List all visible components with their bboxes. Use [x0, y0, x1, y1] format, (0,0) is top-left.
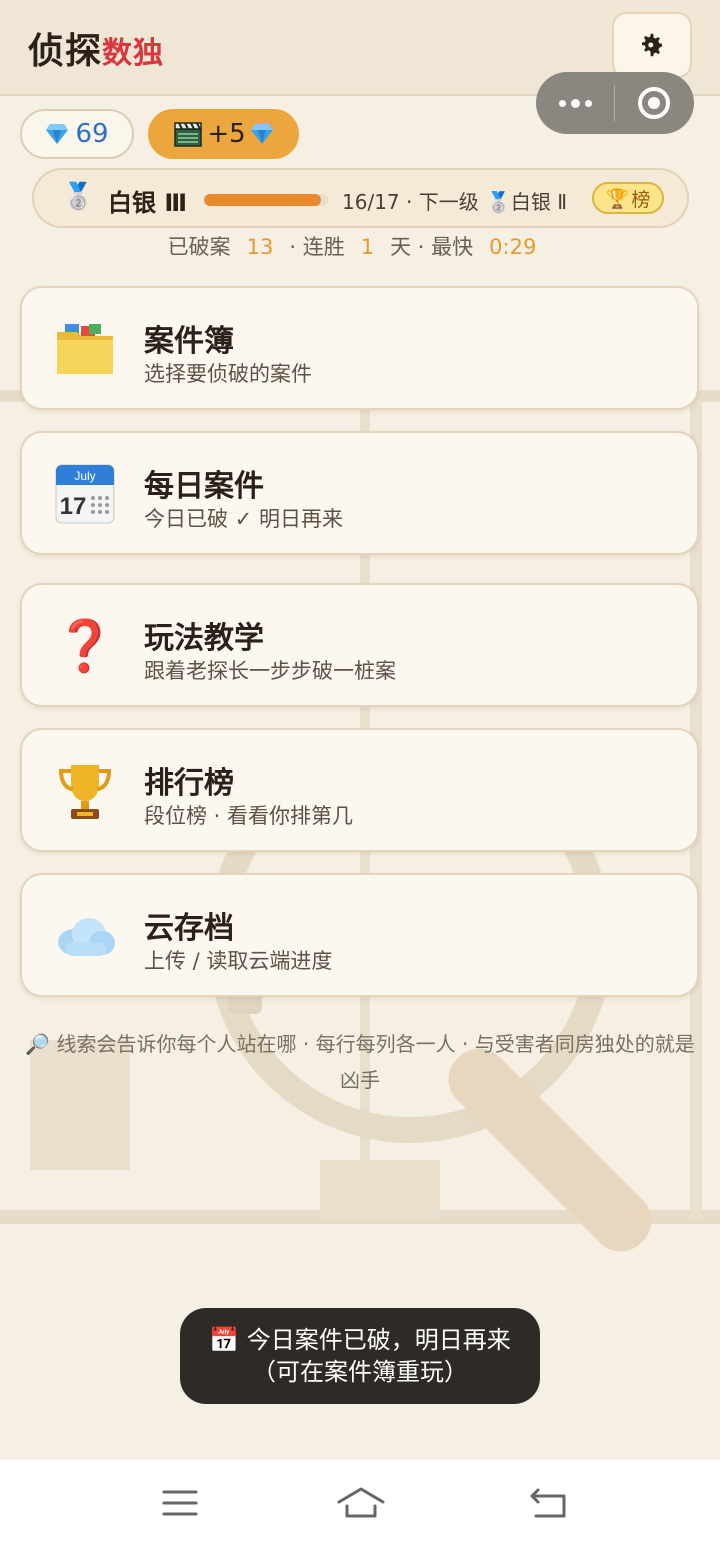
question-icon: ❓: [53, 616, 117, 675]
calendar-icon: July 17: [54, 463, 116, 525]
menu-title: 玩法教学: [144, 621, 264, 656]
menu-icon[interactable]: [162, 1488, 198, 1518]
menu-title: 云存档: [144, 911, 234, 946]
menu-subtitle: 今日已破 ✓ 明日再来: [144, 507, 343, 531]
rank-name: 白银 Ⅲ: [108, 189, 188, 217]
app-title: 侦探数独: [28, 22, 164, 74]
toast-message: 📅 今日案件已破，明日再来（可在案件簿重玩）: [180, 1308, 540, 1404]
rank-progress-bar: [204, 194, 328, 206]
next-rank-name: 白银 Ⅱ: [510, 190, 568, 214]
watch-ad-reward-button[interactable]: +5: [148, 109, 299, 159]
menu-title: 案件簿: [144, 324, 234, 359]
more-menu-button[interactable]: [536, 98, 614, 108]
leaderboard-shortcut-button[interactable]: 🏆 榜: [592, 182, 664, 214]
streak-label: · 连胜: [289, 235, 345, 259]
miniprogram-capsule: [536, 72, 694, 134]
rank-progress-text: 16/17 · 下一级: [342, 190, 479, 214]
diamond-icon: [250, 124, 273, 144]
leaderboard-shortcut-label: 榜: [631, 188, 651, 211]
menu-subtitle: 选择要侦破的案件: [144, 362, 312, 386]
rank-bar: 🥈 白银 Ⅲ 16/17 · 下一级 🥈白银 Ⅱ 🏆 榜: [32, 168, 689, 228]
app-title-accent: 数独: [102, 36, 165, 71]
app-title-main: 侦探: [28, 31, 103, 72]
menu-subtitle: 段位榜 · 看看你排第几: [144, 804, 354, 828]
home-icon[interactable]: [336, 1484, 386, 1520]
menu-title: 每日案件: [144, 469, 264, 504]
menu-daily-case[interactable]: July 17 每日案件 今日已破 ✓ 明日再来: [20, 431, 699, 555]
gameplay-hint: 🔎 线索会告诉你每个人站在哪 · 每行每列各一人 · 与受害者同房独处的就是凶手: [25, 1032, 695, 1092]
menu-tutorial[interactable]: ❓ 玩法教学 跟着老探长一步步破一桩案: [20, 583, 699, 707]
menu-subtitle: 跟着老探长一步步破一桩案: [144, 659, 396, 683]
gem-count: 69: [75, 119, 109, 149]
cloud-icon: [54, 905, 116, 967]
menu-subtitle: 上传 / 读取云端进度: [144, 949, 333, 973]
menu-cloud-save[interactable]: 云存档 上传 / 读取云端进度: [20, 873, 699, 997]
fastest-time: 0:29: [489, 235, 537, 259]
menu-case-book[interactable]: 案件簿 选择要侦破的案件: [20, 286, 699, 410]
gem-balance[interactable]: 69: [20, 109, 134, 159]
silver-medal-icon: 🥈: [62, 182, 95, 212]
ad-reward-amount: +5: [207, 119, 246, 149]
player-stats: 已破案 13 · 连胜 1 天 · 最快 0:29: [0, 231, 720, 261]
folder-icon: [54, 318, 116, 380]
back-icon[interactable]: [528, 1486, 568, 1520]
trophy-icon: 🏆: [605, 187, 630, 210]
calendar-month: July: [74, 469, 95, 483]
diamond-icon: [46, 124, 69, 144]
gear-icon: [642, 33, 662, 57]
next-rank: 🥈白银 Ⅱ: [486, 186, 567, 215]
calendar-day: 17: [60, 493, 87, 520]
solved-count: 13: [246, 235, 274, 259]
streak-count: 1: [360, 235, 375, 259]
rank-progress-fill: [204, 194, 321, 206]
trophy-icon: [54, 760, 116, 822]
clapperboard-icon: [174, 122, 203, 147]
settings-button[interactable]: [612, 12, 692, 78]
system-navigation-bar: [0, 1460, 720, 1544]
menu-title: 排行榜: [144, 766, 234, 801]
solved-label: 已破案: [167, 235, 231, 259]
menu-leaderboard[interactable]: 排行榜 段位榜 · 看看你排第几: [20, 728, 699, 852]
target-icon: [638, 87, 670, 119]
close-miniprogram-button[interactable]: [615, 87, 693, 119]
fastest-label: 天 · 最快: [390, 235, 474, 259]
silver-medal-icon: 🥈: [486, 190, 511, 214]
